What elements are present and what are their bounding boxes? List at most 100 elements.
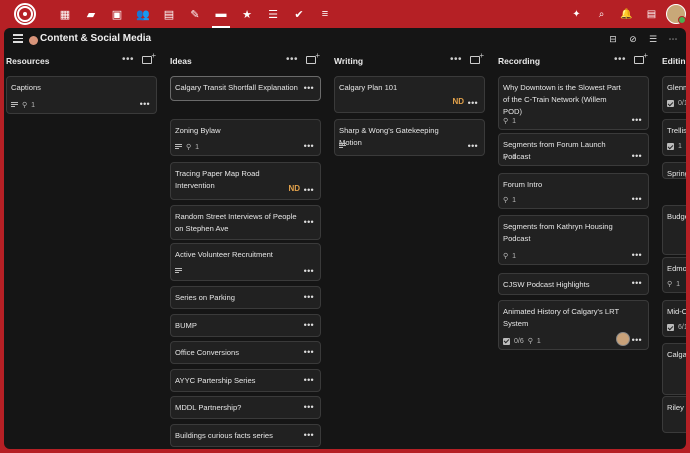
notes-icon[interactable]: ✎: [182, 0, 208, 28]
card-badges: ⚲ 1: [175, 143, 199, 151]
card-menu-icon[interactable]: •••: [304, 292, 314, 302]
stack-header: Editing: [662, 52, 686, 70]
card[interactable]: Trellis 1: [662, 119, 686, 156]
more-icon[interactable]: ⋯: [666, 32, 680, 46]
card-title: Sharp & Wong's Gatekeeping Motion: [339, 126, 439, 147]
card[interactable]: Spring: [662, 162, 686, 179]
contacts-menu-icon[interactable]: ▤: [639, 0, 664, 28]
search-icon[interactable]: ⌕: [589, 0, 614, 28]
card-menu-icon[interactable]: •••: [632, 335, 642, 345]
card-menu-icon[interactable]: •••: [304, 141, 314, 151]
card-menu-icon[interactable]: •••: [632, 194, 642, 204]
contacts-icon[interactable]: 👥: [130, 0, 156, 28]
attachment-count: 1: [31, 101, 36, 109]
stack-menu-icon[interactable]: •••: [122, 54, 134, 65]
card[interactable]: Sharp & Wong's Gatekeeping Motion •••: [334, 119, 485, 156]
card-details-icon[interactable]: ⊟: [606, 32, 620, 46]
card-menu-icon[interactable]: •••: [304, 320, 314, 330]
card-menu-icon[interactable]: •••: [304, 430, 314, 440]
card-title: Glenmo: [667, 83, 686, 92]
card[interactable]: Random Street Interviews of People on St…: [170, 205, 321, 240]
card-menu-icon[interactable]: •••: [304, 402, 314, 412]
card-title: Segments from Forum Launch Podcast: [503, 140, 606, 161]
card[interactable]: Mid-C 6/1: [662, 300, 686, 337]
checklist-count: 1: [678, 143, 682, 150]
card[interactable]: CJSW Podcast Highlights •••: [498, 273, 649, 295]
stack-menu-icon[interactable]: •••: [614, 54, 626, 65]
board-menu-icon[interactable]: ☰: [646, 32, 660, 46]
files-icon[interactable]: ▰: [78, 0, 104, 28]
assignee-initials[interactable]: ND: [452, 97, 464, 106]
add-card-icon[interactable]: [306, 51, 320, 64]
card[interactable]: AYYC Partership Series •••: [170, 369, 321, 392]
card[interactable]: Office Conversions •••: [170, 341, 321, 364]
assignee-initials[interactable]: ND: [288, 184, 300, 193]
card[interactable]: Series on Parking •••: [170, 286, 321, 309]
card[interactable]: Budge renter: [662, 205, 686, 255]
filter-off-icon[interactable]: ⊘: [626, 32, 640, 46]
tasks-icon[interactable]: ✔: [286, 0, 312, 28]
card-menu-icon[interactable]: •••: [304, 375, 314, 385]
card[interactable]: Animated History of Calgary's LRT System…: [498, 300, 649, 350]
card[interactable]: Captions ••• ⚲ 1: [6, 76, 157, 114]
user-avatar[interactable]: [666, 4, 686, 24]
checklist-icon: [667, 324, 674, 331]
card[interactable]: Segments from Kathryn Housing Podcast •••…: [498, 215, 649, 265]
card[interactable]: Riley: [662, 396, 686, 433]
card-menu-icon[interactable]: •••: [304, 347, 314, 357]
card[interactable]: BUMP •••: [170, 314, 321, 337]
stack-title: Editing: [662, 56, 686, 66]
card[interactable]: Edmo ⚲ 1: [662, 257, 686, 293]
card-title: Mid-C: [667, 307, 686, 316]
card[interactable]: Calga But N: [662, 343, 686, 395]
card-title: Forum Intro: [503, 180, 543, 189]
card[interactable]: Calgary Plan 101 ••• ND: [334, 76, 485, 113]
star-icon[interactable]: ★: [234, 0, 260, 28]
assignee-avatar[interactable]: [616, 332, 630, 346]
card-menu-icon[interactable]: •••: [304, 83, 314, 93]
card[interactable]: Forum Intro ••• ⚲ 1: [498, 173, 649, 209]
card-badges: 1: [667, 143, 682, 150]
text-icon[interactable]: ≡: [312, 0, 338, 28]
app-logo[interactable]: [14, 3, 36, 25]
card[interactable]: Why Downtown is the Slowest Part of the …: [498, 76, 649, 130]
card-menu-icon[interactable]: •••: [632, 115, 642, 125]
add-card-icon[interactable]: [470, 51, 484, 64]
card-menu-icon[interactable]: •••: [632, 250, 642, 260]
card-menu-icon[interactable]: •••: [140, 99, 150, 109]
list-icon[interactable]: ☰: [260, 0, 286, 28]
card[interactable]: Calgary Transit Shortfall Explanation •••: [170, 76, 321, 101]
card-menu-icon[interactable]: •••: [632, 151, 642, 161]
card-menu-icon[interactable]: •••: [304, 185, 314, 195]
stack-title: Ideas: [170, 56, 192, 66]
calendar-icon[interactable]: ▤: [156, 0, 182, 28]
navigation-toggle-icon[interactable]: [13, 34, 23, 43]
card-badges: ⚲ 1: [11, 101, 35, 109]
add-card-icon[interactable]: [142, 51, 156, 64]
card-menu-icon[interactable]: •••: [304, 266, 314, 276]
deck-icon[interactable]: ▬: [208, 0, 234, 28]
assistant-icon[interactable]: ✦: [564, 0, 589, 28]
card[interactable]: MDDL Partnership? •••: [170, 396, 321, 419]
card[interactable]: Tracing Paper Map Road Intervention ••• ND: [170, 162, 321, 200]
notifications-icon[interactable]: 🔔: [614, 0, 639, 28]
card-menu-icon[interactable]: •••: [468, 98, 478, 108]
attachment-icon: ⚲: [503, 253, 509, 260]
card[interactable]: Glenmo 0/1: [662, 76, 686, 113]
card[interactable]: Zoning Bylaw ••• ⚲ 1: [170, 119, 321, 156]
card[interactable]: Active Volunteer Recruitment •••: [170, 243, 321, 281]
stack-menu-icon[interactable]: •••: [286, 54, 298, 65]
card-menu-icon[interactable]: •••: [468, 141, 478, 151]
card[interactable]: Segments from Forum Launch Podcast ••• ⚲ 1: [498, 133, 649, 166]
dashboard-icon[interactable]: ▦: [52, 0, 78, 28]
card-title: Random Street Interviews of People on St…: [175, 212, 297, 233]
card-menu-icon[interactable]: •••: [632, 278, 642, 288]
card[interactable]: Buildings curious facts series •••: [170, 424, 321, 447]
card-menu-icon[interactable]: •••: [304, 217, 314, 227]
stack-title: Resources: [6, 56, 50, 66]
stack-writing: Writing ••• Calgary Plan 101 ••• ND Sharp & W…: [334, 51, 490, 156]
photos-icon[interactable]: ▣: [104, 0, 130, 28]
attachment-count: 1: [512, 252, 517, 260]
add-card-icon[interactable]: [634, 51, 648, 64]
stack-menu-icon[interactable]: •••: [450, 54, 462, 65]
